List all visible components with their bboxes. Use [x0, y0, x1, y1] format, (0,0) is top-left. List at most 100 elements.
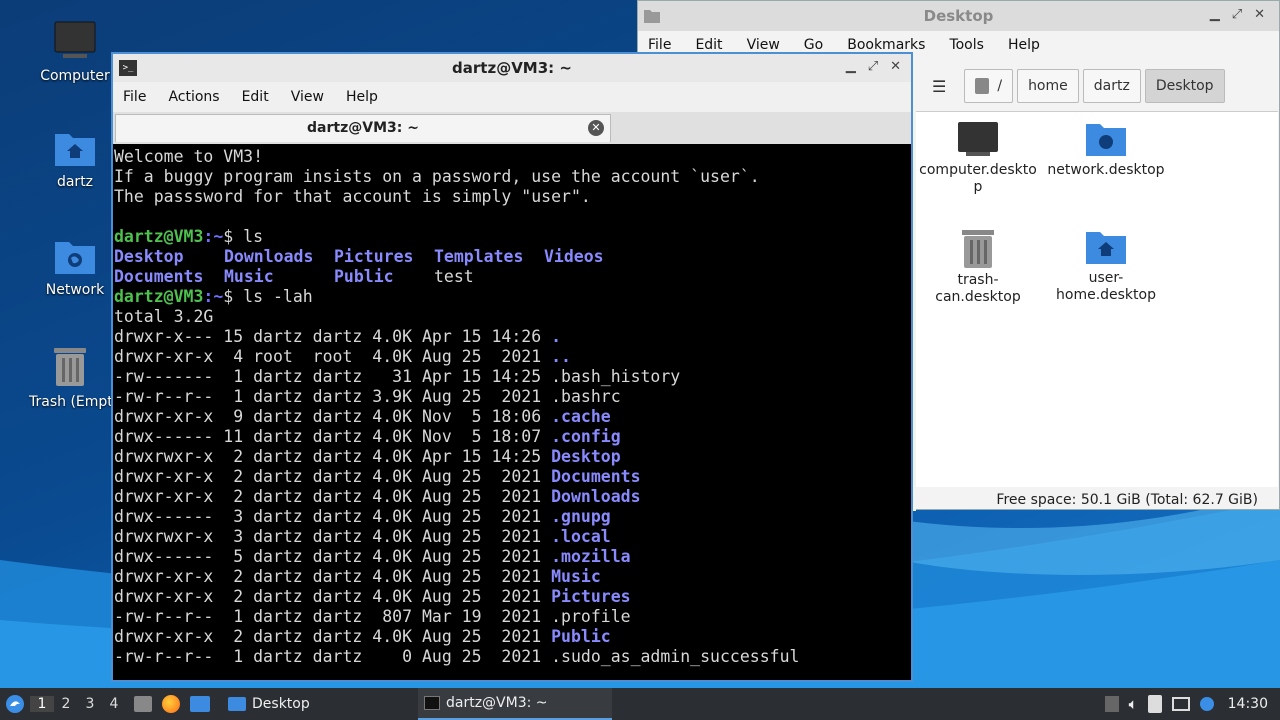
terminal-line: If a buggy program insists on a password… [114, 167, 760, 186]
workspace-4[interactable]: 4 [102, 696, 126, 712]
desktop-icon-computer[interactable]: Computer [25, 20, 125, 84]
maximize-button[interactable]: ⤢ [868, 59, 878, 74]
terminal-tab[interactable]: dartz@VM3: ~ ✕ [115, 114, 611, 142]
volume-icon[interactable]: 🔈︎ [1129, 695, 1138, 713]
terminal-title: dartz@VM3: ~ [452, 59, 572, 77]
desktop-icon-home[interactable]: dartz [25, 128, 125, 190]
close-tab-icon[interactable]: ✕ [588, 120, 604, 136]
listing-meta: drwxr-xr-x 2 dartz dartz 4.0K Aug 25 202… [114, 467, 552, 486]
home-folder-icon [55, 134, 95, 166]
file-view[interactable]: computer.deskto p network.desktop trash-… [916, 111, 1278, 487]
menu-actions[interactable]: Actions [168, 89, 219, 105]
breadcrumb-desktop[interactable]: Desktop [1144, 69, 1225, 103]
dir-entry: Public [334, 267, 394, 286]
listing-meta: drwxrwxr-x 2 dartz dartz 4.0K Apr 15 14:… [114, 447, 552, 466]
firefox-icon[interactable] [162, 695, 180, 713]
dir-entry: Pictures [334, 247, 414, 266]
menu-edit[interactable]: Edit [242, 89, 269, 105]
dir-entry: .config [551, 427, 621, 446]
listing-row: drwx------ 3 dartz dartz 4.0K Aug 25 202… [114, 507, 911, 527]
terminal-window[interactable]: >_ dartz@VM3: ~ ▁ ⤢ ✕ File Actions Edit … [111, 52, 913, 682]
terminal-titlebar[interactable]: >_ dartz@VM3: ~ ▁ ⤢ ✕ [113, 54, 911, 82]
dir-entry: Videos [544, 247, 604, 266]
prompt-path: :~ [203, 227, 224, 246]
file-item[interactable]: computer.deskto p [918, 120, 1038, 196]
minimize-button[interactable]: ▁ [846, 59, 856, 74]
menu-go[interactable]: Go [804, 37, 823, 53]
menu-edit[interactable]: Edit [695, 37, 722, 53]
file-manager-titlebar[interactable]: Desktop ▁ ⤢ ✕ [638, 1, 1279, 31]
list-view-icon[interactable]: ☰ [932, 77, 946, 96]
listing-meta: -rw------- 1 dartz dartz 31 Apr 15 14:25 [114, 367, 552, 386]
dir-entry: Documents [114, 267, 204, 286]
file-item[interactable]: trash- can.desktop [918, 228, 1038, 306]
dir-entry: .gnupg [551, 507, 611, 526]
terminal-line: Documents Music Public test [114, 267, 911, 287]
listing-meta: drwxr-xr-x 9 dartz dartz 4.0K Nov 5 18:0… [114, 407, 552, 426]
desktop-icon-label: Trash (Empty) [29, 394, 115, 410]
dir-entry: Templates [434, 247, 524, 266]
breadcrumb-home[interactable]: home [1017, 69, 1079, 103]
menu-help[interactable]: Help [1008, 37, 1040, 53]
dir-entry: .. [551, 347, 571, 366]
menu-tools[interactable]: Tools [949, 37, 984, 53]
minimize-button[interactable]: ▁ [1210, 7, 1220, 22]
desktop-icon-label: Network [45, 282, 105, 298]
taskbar: 1 2 3 4 Desktop dartz@VM3: ~ 🔈︎ 14:30 [0, 688, 1280, 720]
terminal-output[interactable]: Welcome to VM3! If a buggy program insist… [113, 146, 911, 680]
maximize-button[interactable]: ⤢ [1232, 7, 1242, 22]
terminal-tabbar: dartz@VM3: ~ ✕ [113, 112, 911, 144]
desktop-show-icon[interactable] [190, 696, 210, 712]
file-item[interactable]: user- home.desktop [1046, 228, 1166, 304]
tray-arrow-icon[interactable] [1104, 696, 1119, 712]
command: $ ls -lah [223, 287, 313, 306]
dir-entry: Downloads [551, 487, 641, 506]
menu-view[interactable]: View [291, 89, 324, 105]
file-item[interactable]: network.desktop [1046, 120, 1166, 179]
listing-meta: drwxr-xr-x 2 dartz dartz 4.0K Aug 25 202… [114, 567, 552, 586]
listing-meta: -rw-r--r-- 1 dartz dartz 807 Mar 19 2021 [114, 607, 552, 626]
breadcrumb-dartz[interactable]: dartz [1082, 69, 1141, 103]
menu-file[interactable]: File [648, 37, 671, 53]
prompt-path: :~ [203, 287, 224, 306]
menu-bookmarks[interactable]: Bookmarks [847, 37, 925, 53]
menu-file[interactable]: File [123, 89, 146, 105]
menu-view[interactable]: View [747, 37, 780, 53]
listing-row: drwxr-xr-x 4 root root 4.0K Aug 25 2021 … [114, 347, 911, 367]
file-manager-launcher-icon[interactable] [134, 696, 152, 712]
workspace-2[interactable]: 2 [54, 696, 78, 712]
clipboard-icon[interactable] [1147, 695, 1162, 713]
home-folder-icon [1086, 232, 1126, 264]
listing-meta: drwx------ 3 dartz dartz 4.0K Aug 25 202… [114, 507, 552, 526]
terminal-line: total 3.2G [114, 307, 214, 326]
task-terminal[interactable]: dartz@VM3: ~ [418, 688, 612, 720]
listing-row: drwxrwxr-x 3 dartz dartz 4.0K Aug 25 202… [114, 527, 911, 547]
workspace-1[interactable]: 1 [30, 696, 54, 712]
listing-row: -rw------- 1 dartz dartz 31 Apr 15 14:25… [114, 367, 911, 387]
desktop-icon-network[interactable]: Network [25, 236, 125, 298]
terminal-line: The passsword for that account is simply… [114, 187, 591, 206]
menu-help[interactable]: Help [346, 89, 378, 105]
start-menu-icon[interactable] [0, 688, 30, 720]
computer-icon [54, 21, 96, 58]
update-icon[interactable] [1199, 697, 1214, 711]
listing-meta: drwxr-xr-x 2 dartz dartz 4.0K Aug 25 202… [114, 487, 552, 506]
close-button[interactable]: ✕ [890, 59, 901, 74]
desktop-icon-trash[interactable]: Trash (Empty) [25, 344, 115, 410]
workspace-3[interactable]: 3 [78, 696, 102, 712]
file-entry: .profile [551, 607, 631, 626]
dir-entry: Public [551, 627, 611, 646]
network-tray-icon[interactable] [1171, 697, 1190, 711]
listing-meta: drwxrwxr-x 3 dartz dartz 4.0K Aug 25 202… [114, 527, 552, 546]
breadcrumb-root[interactable]: / [964, 69, 1014, 103]
trash-icon [54, 348, 86, 386]
command: $ ls [223, 227, 264, 246]
desktop-icon-label: dartz [56, 174, 94, 190]
drive-icon [975, 78, 990, 94]
task-desktop[interactable]: Desktop [222, 688, 418, 720]
listing-meta: drwxr-xr-x 4 root root 4.0K Aug 25 2021 [114, 347, 552, 366]
close-button[interactable]: ✕ [1254, 7, 1265, 22]
dir-entry: .mozilla [551, 547, 631, 566]
clock[interactable]: 14:30 [1228, 696, 1268, 712]
dir-entry: Desktop [114, 247, 184, 266]
